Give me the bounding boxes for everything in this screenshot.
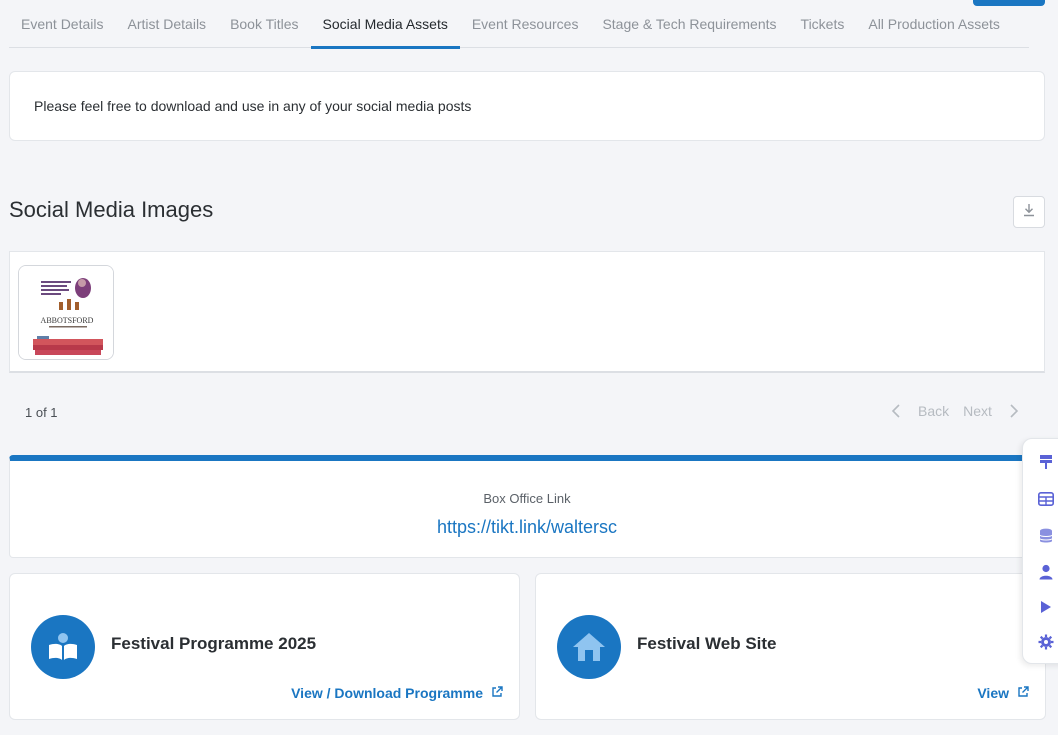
chevron-left-icon[interactable] (888, 403, 904, 419)
tab-event-details[interactable]: Event Details (9, 0, 115, 48)
table-icon[interactable] (1037, 490, 1055, 508)
database-icon[interactable] (1037, 527, 1055, 545)
view-download-programme-link[interactable]: View / Download Programme (291, 685, 503, 701)
view-website-link[interactable]: View (977, 685, 1029, 701)
chevron-right-icon[interactable] (1006, 403, 1022, 419)
box-office-link[interactable]: https://tikt.link/waltersc (10, 517, 1044, 538)
thumbnail-logo-text: ABBOTSFORD (41, 316, 94, 325)
external-link-icon (1017, 685, 1029, 701)
box-office-label: Box Office Link (483, 491, 571, 506)
tab-tickets[interactable]: Tickets (789, 0, 857, 48)
website-action-label: View (977, 685, 1009, 701)
programme-card: Festival Programme 2025 View / Download … (9, 573, 520, 720)
download-all-button[interactable] (1013, 196, 1045, 228)
gear-icon[interactable] (1037, 633, 1055, 651)
tab-artist-details[interactable]: Artist Details (115, 0, 218, 48)
info-text: Please feel free to download and use in … (34, 98, 472, 114)
website-card: Festival Web Site View (535, 573, 1046, 720)
tab-bar: Event Details Artist Details Book Titles… (9, 0, 1029, 49)
tab-all-production-assets[interactable]: All Production Assets (856, 0, 1012, 48)
tab-event-resources[interactable]: Event Resources (460, 0, 591, 48)
home-icon (557, 615, 621, 679)
play-icon[interactable] (1037, 598, 1055, 616)
book-icon (31, 615, 95, 679)
pager-count: 1 of 1 (25, 405, 58, 420)
tab-stage-tech-requirements[interactable]: Stage & Tech Requirements (590, 0, 788, 48)
pager-controls: Back Next (888, 403, 1022, 419)
external-link-icon (491, 685, 503, 701)
image-gallery: ABBOTSFORD (9, 251, 1045, 373)
section-title: Social Media Images (9, 197, 214, 222)
download-icon (1022, 203, 1036, 222)
pin-icon[interactable] (1037, 453, 1055, 471)
website-title: Festival Web Site (637, 634, 777, 653)
side-rail (1022, 438, 1058, 664)
back-button[interactable]: Back (918, 403, 949, 419)
tab-book-titles[interactable]: Book Titles (218, 0, 310, 48)
info-card: Please feel free to download and use in … (9, 71, 1045, 141)
next-button[interactable]: Next (963, 403, 992, 419)
user-icon[interactable] (1037, 563, 1055, 581)
programme-title: Festival Programme 2025 (111, 634, 317, 653)
programme-action-label: View / Download Programme (291, 685, 483, 701)
tab-social-media-assets[interactable]: Social Media Assets (310, 0, 461, 49)
box-office-card: Box Office Link https://tikt.link/walter… (9, 455, 1045, 558)
social-image-thumbnail[interactable]: ABBOTSFORD (18, 265, 114, 360)
